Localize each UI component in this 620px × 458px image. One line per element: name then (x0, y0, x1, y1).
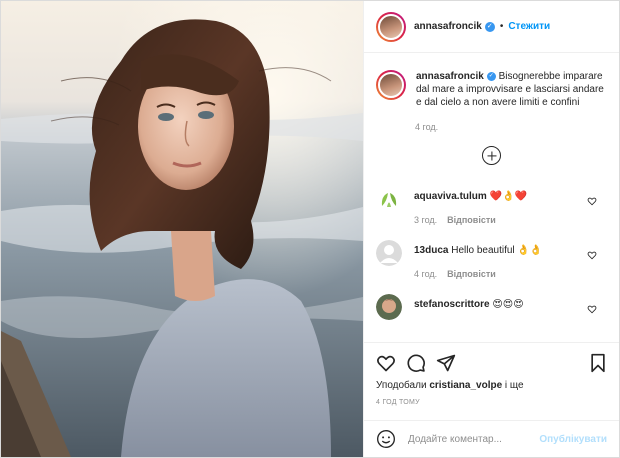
likes-user[interactable]: cristiana_volpe (429, 380, 502, 391)
caption-username[interactable]: annasafroncik (416, 71, 484, 82)
bookmark-icon[interactable] (588, 353, 608, 373)
post-dialog: annasafroncik ✓ • Стежити annasafroncik ✓… (0, 0, 620, 458)
likes-summary: Уподобали cristiana_volpe і ще (376, 380, 524, 391)
caption-text: annasafroncik ✓ Bisognerebbe imparare dal… (416, 70, 607, 109)
comment-username[interactable]: 13duca (414, 245, 448, 256)
reply-button[interactable]: Відповісти (447, 269, 496, 279)
commenter-avatar[interactable] (376, 294, 402, 320)
plus-circle-icon[interactable] (482, 146, 501, 165)
post-caption: annasafroncik ✓ Bisognerebbe imparare dal… (364, 54, 619, 109)
post-header: annasafroncik ✓ • Стежити (364, 1, 619, 53)
comment-time: 3 год. (414, 215, 438, 225)
comments-list[interactable]: annasafroncik ✓ Bisognerebbe imparare dal… (364, 54, 619, 342)
comment-username[interactable]: stefanoscrittore (414, 299, 490, 310)
publish-button[interactable]: Опублікувати (539, 434, 607, 445)
commenter-avatar[interactable] (376, 186, 402, 212)
author-avatar[interactable] (376, 11, 406, 42)
comment-text: 😍😍😍 (492, 299, 524, 310)
post-sidebar: annasafroncik ✓ • Стежити annasafroncik ✓… (363, 1, 619, 457)
post-photo[interactable] (1, 1, 363, 457)
reply-button[interactable]: Відповісти (447, 215, 496, 225)
comment-input[interactable]: Додайте коментар... (408, 434, 539, 445)
caption-avatar[interactable] (376, 70, 406, 100)
comment-item: stefanoscrittore 😍😍😍 (364, 290, 619, 342)
emoji-icon[interactable] (376, 429, 396, 449)
comment-item: aquaviva.tulum ❤️👌❤️ 3 год. Відповісти (364, 182, 619, 236)
posted-time[interactable]: 4 ГОД ТОМУ (376, 399, 420, 406)
share-icon[interactable] (436, 353, 456, 373)
heart-icon[interactable] (587, 304, 597, 314)
author-username[interactable]: annasafroncik (414, 21, 482, 32)
comment-item: 13duca Hello beautiful 👌👌 4 год. Відповіс… (364, 236, 619, 290)
likes-suffix[interactable]: і ще (505, 380, 524, 391)
caption-time: 4 год. (415, 122, 439, 132)
likes-prefix: Уподобали (376, 380, 427, 391)
comment-text: Hello beautiful 👌👌 (451, 245, 543, 256)
comment-text: ❤️👌❤️ (489, 191, 527, 202)
check-verified-icon: ✓ (486, 71, 496, 81)
commenter-avatar[interactable] (376, 240, 402, 266)
portrait-image (1, 1, 363, 457)
add-comment-bar: Додайте коментар... Опублікувати (364, 420, 619, 457)
comment-time: 4 год. (414, 269, 438, 279)
heart-icon[interactable] (587, 196, 597, 206)
heart-icon[interactable] (376, 353, 396, 373)
post-actions (364, 342, 619, 376)
comment-icon[interactable] (406, 353, 426, 373)
follow-button[interactable]: Стежити (508, 21, 550, 32)
load-more-comments[interactable] (364, 146, 619, 168)
comment-username[interactable]: aquaviva.tulum (414, 191, 487, 202)
separator-dot: • (499, 21, 504, 32)
check-verified-icon: ✓ (484, 21, 495, 32)
heart-icon[interactable] (587, 250, 597, 260)
